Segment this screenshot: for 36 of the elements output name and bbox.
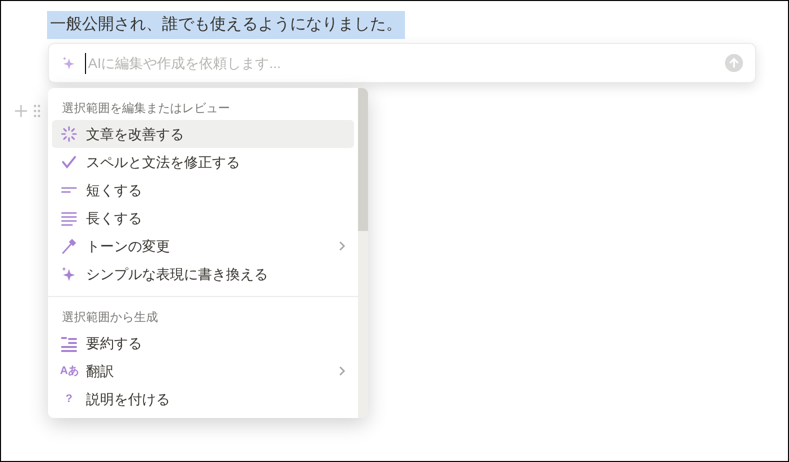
glyph-icon: Aあ [60, 366, 78, 376]
menu-item-label: 文章を改善する [86, 124, 185, 144]
menu-item[interactable]: Aあ 翻訳 [52, 357, 354, 385]
menu-item-label: シンプルな表現に書き換える [86, 264, 269, 284]
menu-item-label: スペルと文法を修正する [86, 152, 241, 172]
drag-handle-icon[interactable] [33, 104, 41, 118]
selected-text: 一般公開され、誰でも使えるようになりました。 [47, 11, 405, 39]
menu-item[interactable]: 要約する [52, 329, 354, 357]
menu-item[interactable]: シンプルな表現に書き換える [52, 260, 354, 288]
menu-item-label: 短くする [86, 180, 143, 200]
menu-item[interactable]: トーンの変更 [52, 232, 354, 260]
scrollbar-thumb[interactable] [358, 88, 368, 231]
check-icon [60, 153, 78, 171]
menu-item[interactable]: 短くする [52, 176, 354, 204]
glyph-icon: ? [60, 394, 78, 404]
menu-item[interactable]: スペルと文法を修正する [52, 148, 354, 176]
menu-item[interactable]: ? 説明を付ける [52, 385, 354, 413]
menu-item[interactable]: 長くする [52, 204, 354, 232]
send-button[interactable] [725, 54, 743, 72]
menu-item-label: トーンの変更 [86, 236, 171, 256]
menu-item-label: 翻訳 [86, 362, 115, 380]
menu-item-label: 説明を付ける [86, 390, 171, 408]
long-lines-icon [60, 209, 78, 227]
menu-item-label: 長くする [86, 208, 143, 228]
section-heading: 選択範囲から生成 [61, 309, 159, 326]
menu-item-label: 要約する [86, 334, 143, 352]
sparkles-icon [61, 55, 77, 71]
sparkle-burst-icon [60, 125, 78, 143]
add-block-icon[interactable] [15, 105, 27, 117]
summary-lines-icon [60, 334, 78, 352]
short-lines-icon [61, 186, 77, 194]
prompt-input[interactable]: AIに編集や作成を依頼します... [85, 52, 717, 74]
menu-item[interactable]: 文章を改善する [52, 120, 354, 148]
ai-prompt-field[interactable]: AIに編集や作成を依頼します... [48, 43, 756, 83]
section-heading: 選択範囲を編集またはレビュー [61, 100, 231, 117]
arrow-up-icon [729, 58, 739, 68]
